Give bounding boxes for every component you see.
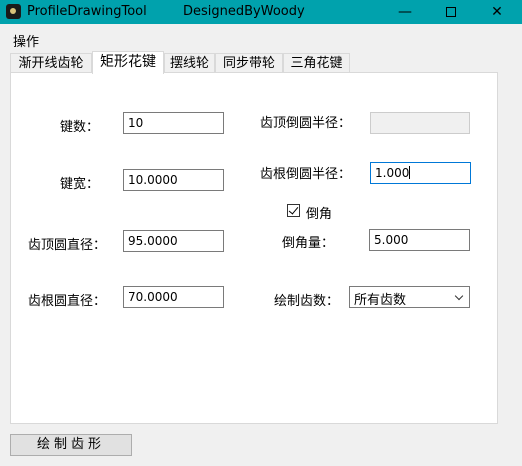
- chamfer-amount-input[interactable]: 5.000: [369, 229, 470, 251]
- chamfer-amount-label: 倒角量：: [282, 236, 335, 251]
- tab-rectangular-spline[interactable]: 矩形花键: [92, 51, 164, 74]
- tab-triangle-spline[interactable]: 三角花键: [283, 53, 350, 73]
- window-title: ProfileDrawingTool: [27, 4, 147, 19]
- window-subtitle: DesignedByWoody: [183, 4, 305, 19]
- root-fillet-radius-value: 1.000: [375, 166, 410, 180]
- menu-bar: 操作: [0, 24, 522, 50]
- key-count-input[interactable]: 10: [123, 112, 224, 134]
- tip-diameter-input[interactable]: 95.0000: [123, 230, 224, 252]
- root-diameter-input[interactable]: 70.0000: [123, 286, 224, 308]
- root-diameter-label: 齿根圆直径：: [28, 294, 107, 309]
- root-fillet-radius-label: 齿根倒圆半径：: [260, 167, 352, 182]
- tip-fillet-radius-input[interactable]: [370, 112, 470, 134]
- app-icon: [6, 4, 21, 19]
- close-button[interactable]: ✕: [474, 0, 520, 24]
- tab-cycloid-wheel[interactable]: 摆线轮: [164, 53, 215, 73]
- draw-teeth-select[interactable]: 所有齿数: [349, 286, 470, 308]
- key-width-label: 键宽：: [60, 177, 100, 192]
- tab-involute-gear[interactable]: 渐开线齿轮: [10, 53, 92, 73]
- minimize-icon: —: [398, 4, 412, 20]
- maximize-button[interactable]: [428, 0, 474, 24]
- draw-teeth-selected: 所有齿数: [354, 293, 407, 308]
- text-cursor: [409, 166, 411, 179]
- key-count-label: 键数：: [60, 120, 100, 135]
- maximize-icon: [446, 7, 456, 17]
- title-bar: ProfileDrawingTool DesignedByWoody — ✕: [0, 0, 522, 24]
- close-icon: ✕: [491, 4, 503, 20]
- chevron-down-icon: [454, 291, 464, 301]
- key-width-input[interactable]: 10.0000: [123, 169, 224, 191]
- draw-teeth-label: 绘制齿数：: [274, 294, 340, 309]
- root-fillet-radius-input[interactable]: 1.000: [370, 162, 471, 184]
- chamfer-checkbox[interactable]: [287, 204, 300, 217]
- tip-fillet-radius-label: 齿顶倒圆半径：: [260, 116, 352, 131]
- tab-timing-pulley[interactable]: 同步带轮: [215, 53, 283, 73]
- tip-diameter-label: 齿顶圆直径：: [28, 238, 107, 253]
- minimize-button[interactable]: —: [382, 0, 428, 24]
- menu-item-operate[interactable]: 操作: [13, 31, 39, 50]
- chamfer-label: 倒角: [306, 207, 333, 222]
- draw-profile-button[interactable]: 绘制齿形: [10, 434, 132, 456]
